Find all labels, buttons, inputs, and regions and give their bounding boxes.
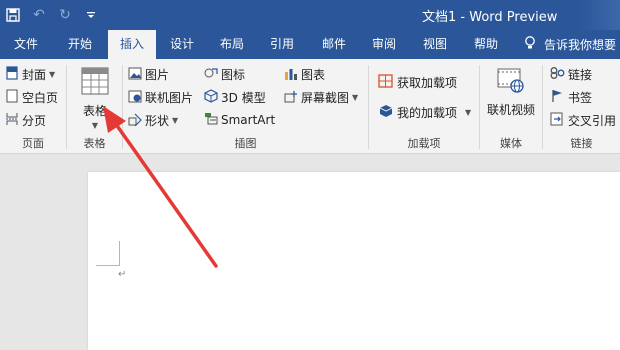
annotation-arrow bbox=[103, 106, 218, 268]
annotation-arrow-head bbox=[103, 106, 126, 133]
annotation-arrow-shaft bbox=[111, 118, 218, 268]
